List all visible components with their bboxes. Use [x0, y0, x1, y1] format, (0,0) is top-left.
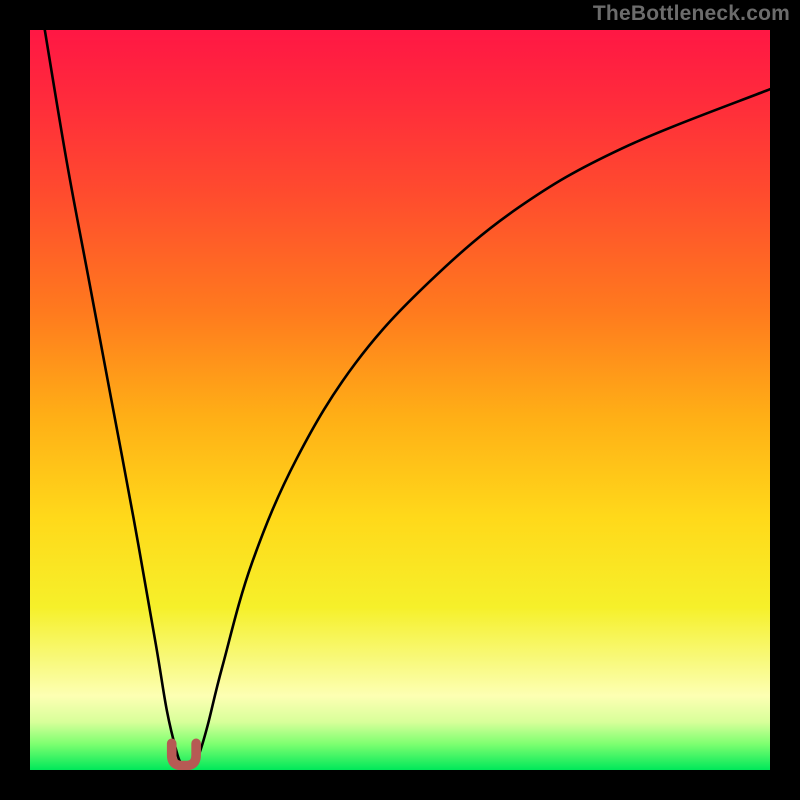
- outer-frame: TheBottleneck.com: [0, 0, 800, 800]
- plot-area: [30, 30, 770, 770]
- plot-svg: [30, 30, 770, 770]
- gradient-background: [30, 30, 770, 770]
- watermark-label: TheBottleneck.com: [593, 2, 790, 26]
